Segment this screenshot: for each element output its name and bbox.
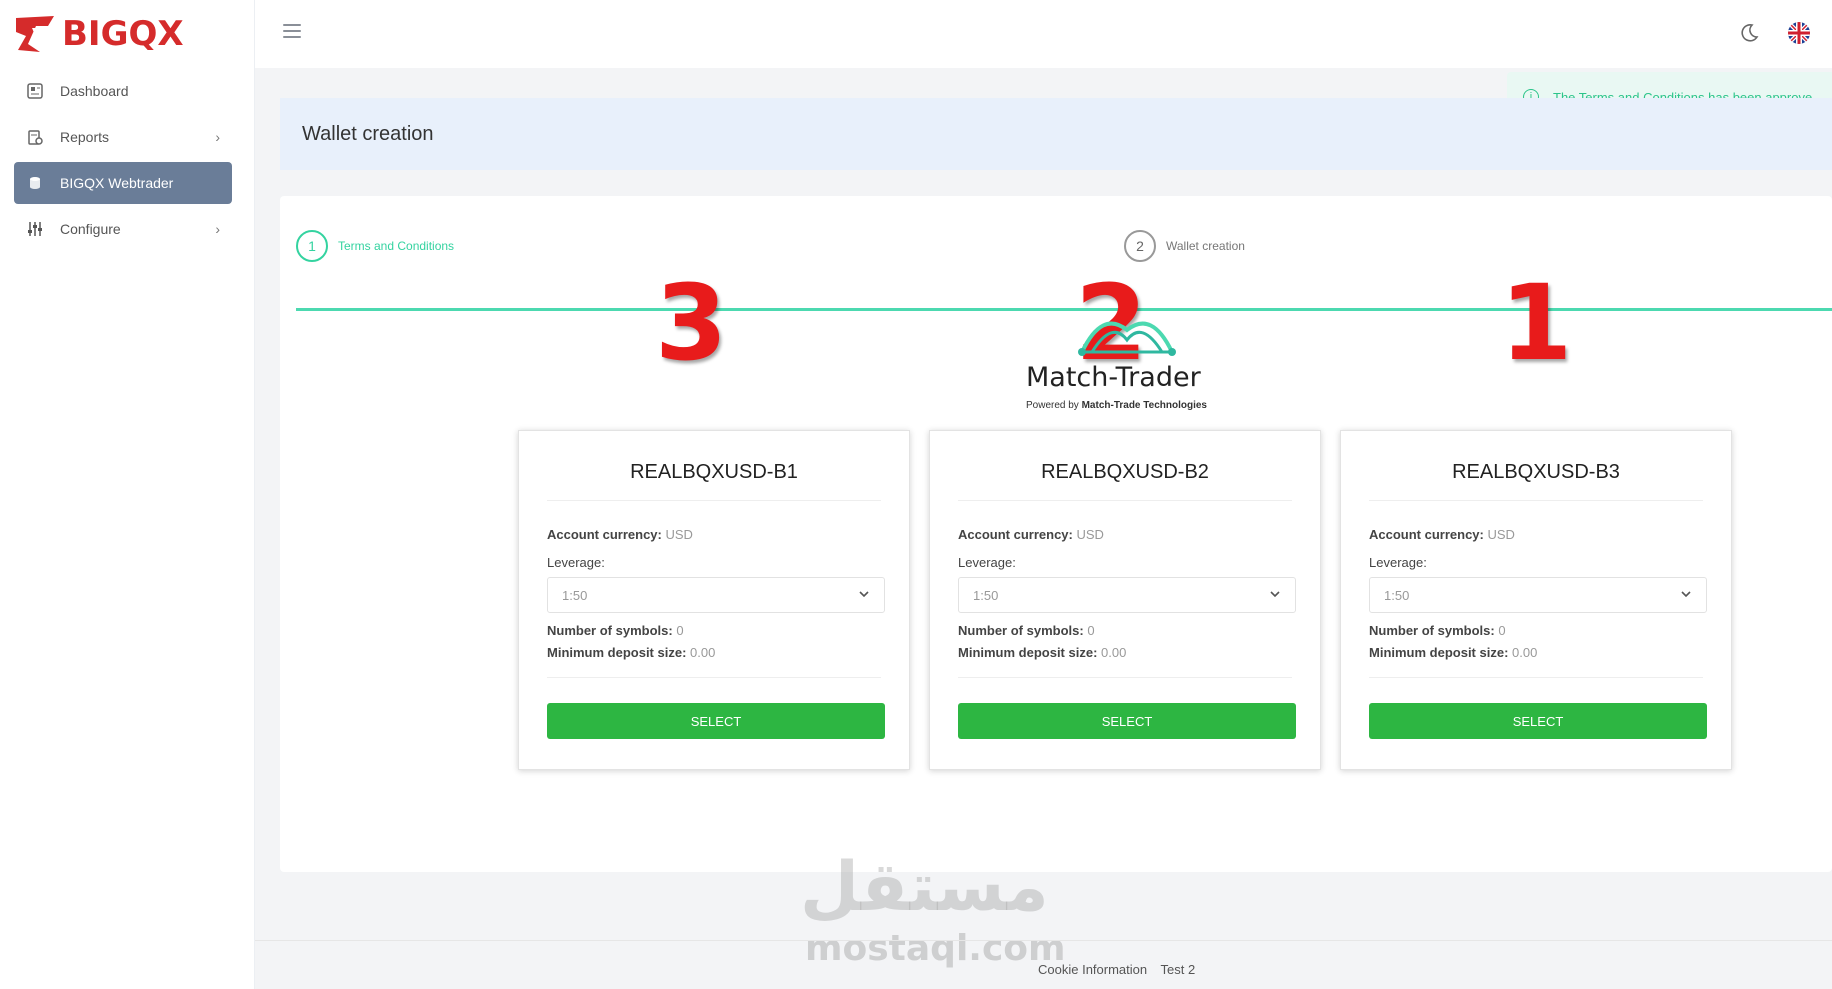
chevron-right-icon: ›	[215, 221, 220, 237]
deposit-label: Minimum deposit size:	[958, 645, 1098, 660]
chevron-down-icon	[1270, 591, 1280, 598]
symbols-label: Number of symbols:	[547, 623, 673, 638]
select-account-button[interactable]: SELECT	[958, 703, 1296, 739]
sidebar-item-configure[interactable]: Configure ›	[14, 208, 232, 250]
account-card: REALBQXUSD-B2 Account currency: USD Leve…	[929, 430, 1321, 770]
account-name: REALBQXUSD-B3	[1369, 461, 1703, 501]
chevron-right-icon: ›	[215, 129, 220, 145]
platform-subtitle: Powered by Match-Trade Technologies	[1026, 400, 1207, 411]
sidebar-item-label: Reports	[60, 129, 110, 145]
account-name: REALBQXUSD-B1	[547, 461, 881, 501]
stepper: 1 Terms and Conditions 2 Wallet creation	[296, 230, 1832, 311]
step-wallet-creation[interactable]: 2 Wallet creation	[1124, 230, 1245, 262]
leverage-label: Leverage:	[958, 555, 1016, 570]
account-card: REALBQXUSD-B3 Account currency: USD Leve…	[1340, 430, 1732, 770]
divider	[958, 677, 1292, 678]
sidebar-item-label: Dashboard	[60, 83, 129, 99]
currency-value: USD	[1487, 527, 1515, 542]
footer: Cookie Information Test 2	[1038, 962, 1205, 977]
leverage-value: 1:50	[562, 587, 588, 603]
chevron-down-icon	[859, 591, 869, 598]
divider	[1369, 677, 1703, 678]
page-title: Wallet creation	[302, 122, 434, 145]
page-title-bar: Wallet creation	[280, 98, 1832, 170]
deposit-value: 0.00	[690, 645, 716, 660]
deposit-label: Minimum deposit size:	[547, 645, 687, 660]
account-currency: Account currency: USD	[1369, 527, 1515, 542]
menu-icon[interactable]	[283, 24, 301, 38]
platform-subtitle-company: Match-Trade Technologies	[1081, 400, 1207, 411]
deposit-value: 0.00	[1512, 645, 1538, 660]
symbols-label: Number of symbols:	[958, 623, 1084, 638]
leverage-label: Leverage:	[547, 555, 605, 570]
leverage-select[interactable]: 1:50	[547, 577, 885, 613]
symbols-count: Number of symbols: 0	[1369, 623, 1506, 638]
footer-divider	[255, 940, 1832, 941]
bigqx-logo-icon	[16, 16, 54, 52]
sliders-icon	[26, 220, 44, 238]
symbols-value: 0	[676, 623, 684, 638]
deposit-value: 0.00	[1101, 645, 1127, 660]
step-label: Wallet creation	[1166, 239, 1245, 253]
match-trader-logo-icon	[1078, 321, 1176, 356]
sidebar-item-label: BIGQX Webtrader	[60, 175, 174, 191]
deposit-label: Minimum deposit size:	[1369, 645, 1509, 660]
currency-value: USD	[665, 527, 693, 542]
divider	[547, 677, 881, 678]
footer-link-test[interactable]: Test 2	[1161, 962, 1196, 977]
minimum-deposit: Minimum deposit size: 0.00	[958, 645, 1126, 660]
symbols-count: Number of symbols: 0	[958, 623, 1095, 638]
minimum-deposit: Minimum deposit size: 0.00	[547, 645, 715, 660]
brand-name: BIGQX	[62, 14, 184, 54]
account-card: REALBQXUSD-B1 Account currency: USD Leve…	[518, 430, 910, 770]
sidebar-item-dashboard[interactable]: Dashboard	[14, 70, 232, 112]
symbols-value: 0	[1087, 623, 1095, 638]
leverage-select[interactable]: 1:50	[1369, 577, 1707, 613]
match-trader-logo: Match-Trader Powered by Match-Trade Tech…	[1010, 300, 1240, 420]
symbols-label: Number of symbols:	[1369, 623, 1495, 638]
platform-name: Match-Trader	[1026, 362, 1201, 393]
account-name: REALBQXUSD-B2	[958, 461, 1292, 501]
brand-logo[interactable]: BIGQX	[14, 14, 184, 54]
leverage-select[interactable]: 1:50	[958, 577, 1296, 613]
account-currency: Account currency: USD	[547, 527, 693, 542]
sidebar-item-reports[interactable]: Reports ›	[14, 116, 232, 158]
select-account-button[interactable]: SELECT	[547, 703, 885, 739]
reports-icon	[26, 128, 44, 146]
chevron-down-icon	[1681, 591, 1691, 598]
leverage-value: 1:50	[973, 587, 999, 603]
minimum-deposit: Minimum deposit size: 0.00	[1369, 645, 1537, 660]
currency-label: Account currency:	[958, 527, 1073, 542]
leverage-label: Leverage:	[1369, 555, 1427, 570]
platform-subtitle-prefix: Powered by	[1026, 400, 1079, 411]
step-number: 1	[296, 230, 328, 262]
watermark-latin: mostaql.com	[805, 928, 1066, 969]
step-terms[interactable]: 1 Terms and Conditions	[296, 230, 454, 262]
select-account-button[interactable]: SELECT	[1369, 703, 1707, 739]
annotation-number: 3	[655, 262, 728, 384]
moon-icon[interactable]	[1738, 22, 1760, 44]
currency-label: Account currency:	[1369, 527, 1484, 542]
currency-value: USD	[1076, 527, 1104, 542]
sidebar: BIGQX Dashboard Reports › BIGQX Webtrade…	[0, 0, 255, 989]
sidebar-item-label: Configure	[60, 221, 121, 237]
footer-link-cookie[interactable]: Cookie Information	[1038, 962, 1147, 977]
annotation-number: 1	[1500, 262, 1573, 384]
currency-label: Account currency:	[547, 527, 662, 542]
topbar	[255, 0, 1832, 68]
uk-flag-icon[interactable]	[1788, 22, 1810, 44]
account-currency: Account currency: USD	[958, 527, 1104, 542]
symbols-count: Number of symbols: 0	[547, 623, 684, 638]
sidebar-item-webtrader[interactable]: BIGQX Webtrader	[14, 162, 232, 204]
step-number: 2	[1124, 230, 1156, 262]
leverage-value: 1:50	[1384, 587, 1410, 603]
sidebar-nav: Dashboard Reports › BIGQX Webtrader Conf…	[14, 70, 232, 254]
dashboard-icon	[26, 82, 44, 100]
symbols-value: 0	[1498, 623, 1506, 638]
watermark-arabic: مستقل	[800, 848, 1049, 927]
step-label: Terms and Conditions	[338, 239, 455, 253]
webtrader-icon	[26, 174, 44, 192]
